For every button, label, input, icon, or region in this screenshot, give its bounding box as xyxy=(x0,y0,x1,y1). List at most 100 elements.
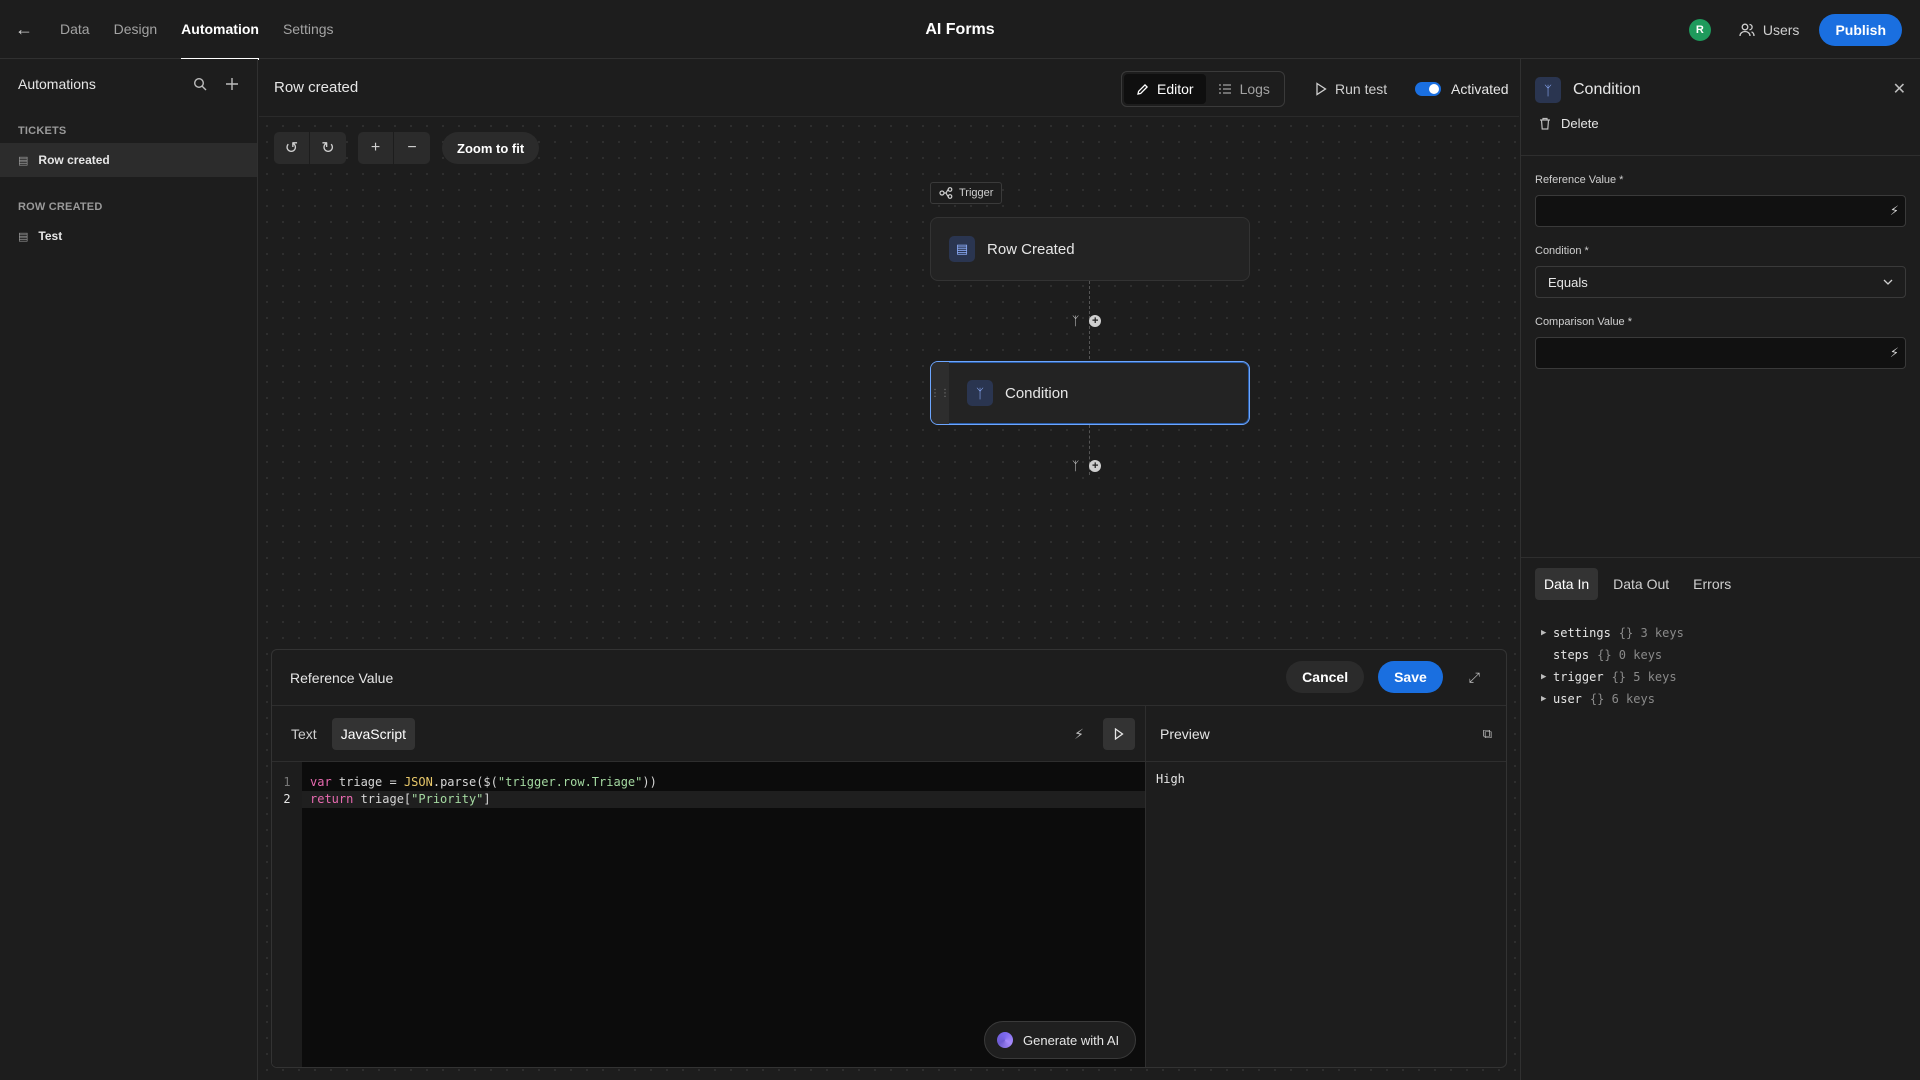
tree-key: settings xyxy=(1553,626,1611,640)
close-icon[interactable]: ✕ xyxy=(1893,79,1906,99)
bolt-icon[interactable]: ⚡︎ xyxy=(1890,203,1899,219)
editor-panel-actions: Cancel Save ⤢ xyxy=(1286,661,1480,693)
nav-tab-design[interactable]: Design xyxy=(102,0,170,59)
editor-tab[interactable]: Editor xyxy=(1124,74,1206,104)
tree-row[interactable]: ▶ user {} 6 keys xyxy=(1541,688,1901,710)
step-settings-panel: ᛉ Condition ✕ Delete Reference Value * ⚡… xyxy=(1520,59,1920,1080)
tab-data-out[interactable]: Data Out xyxy=(1604,568,1678,600)
condition-value: Equals xyxy=(1548,274,1588,290)
data-tree: ▶ settings {} 3 keys steps {} 0 keys ▶ t… xyxy=(1521,610,1920,722)
reference-value-input[interactable]: ⚡︎ xyxy=(1535,195,1906,227)
ai-sparkle-icon xyxy=(997,1032,1013,1048)
code-token: var xyxy=(310,775,332,789)
cancel-button[interactable]: Cancel xyxy=(1286,661,1365,693)
tree-row: steps {} 0 keys xyxy=(1541,644,1901,666)
bolt-icon[interactable]: ⚡︎ xyxy=(1890,345,1899,361)
automation-icon: ▤ xyxy=(18,154,29,167)
search-icon[interactable] xyxy=(193,77,207,91)
comparison-value-input[interactable]: ⚡︎ xyxy=(1535,337,1906,369)
expand-arrow-icon[interactable]: ▶ xyxy=(1541,694,1553,704)
delete-label: Delete xyxy=(1561,115,1599,131)
copy-icon[interactable]: ⧉ xyxy=(1483,726,1492,742)
line-number: 2 xyxy=(283,792,291,806)
run-test-button[interactable]: Run test xyxy=(1315,71,1387,107)
users-label: Users xyxy=(1762,21,1800,38)
sidebar-item-row-created[interactable]: ▤ Row created xyxy=(0,143,257,177)
code-token: )) xyxy=(642,775,657,789)
preview-section: Preview ⧉ High xyxy=(1146,706,1506,1067)
undo-icon[interactable]: ↺ xyxy=(274,132,310,164)
table-icon: ▤ xyxy=(949,236,975,262)
nav-tab-automation[interactable]: Automation xyxy=(169,0,271,60)
generate-with-ai-button[interactable]: Generate with AI xyxy=(984,1021,1137,1059)
zoom-in-icon[interactable]: + xyxy=(358,132,394,164)
add-step-icon[interactable]: + xyxy=(1089,315,1102,327)
comparison-value-field: Comparison Value * ⚡︎ xyxy=(1521,316,1920,369)
trash-icon xyxy=(1540,117,1550,130)
expand-arrow-icon[interactable]: ▶ xyxy=(1541,672,1553,682)
condition-node[interactable]: ⋮⋮ ᛉ Condition xyxy=(930,361,1250,425)
code-token: .parse($( xyxy=(432,775,498,789)
publish-button[interactable]: Publish xyxy=(1819,13,1902,46)
expand-icon[interactable]: ⤢ xyxy=(1469,669,1480,686)
branch-icon: ᛉ xyxy=(1535,77,1561,103)
bolt-icon[interactable]: ⚡︎ xyxy=(1067,726,1091,743)
nav-tab-settings[interactable]: Settings xyxy=(271,0,346,59)
zoom-out-icon[interactable]: − xyxy=(394,132,430,164)
code-token: ] xyxy=(483,792,491,806)
history-tools: ↺ ↻ xyxy=(274,132,346,164)
drag-handle-icon[interactable]: ⋮⋮ xyxy=(930,362,950,424)
data-inspector: Data In Data Out Errors ▶ settings {} 3 … xyxy=(1521,557,1920,722)
save-button[interactable]: Save xyxy=(1378,661,1443,693)
tree-meta: {} 0 keys xyxy=(1597,648,1663,662)
tree-row[interactable]: ▶ trigger {} 5 keys xyxy=(1541,666,1901,688)
step-panel-header: ᛉ Condition ✕ xyxy=(1521,71,1920,109)
run-test-label: Run test xyxy=(1335,81,1388,97)
divider xyxy=(1521,155,1920,156)
trigger-icon xyxy=(939,187,953,199)
logs-tab[interactable]: Logs xyxy=(1206,74,1282,104)
code-token: "trigger.row.Triage" xyxy=(497,775,643,789)
tab-javascript[interactable]: JavaScript xyxy=(331,717,416,750)
sidebar-tools xyxy=(193,77,239,91)
tree-row[interactable]: ▶ settings {} 3 keys xyxy=(1541,622,1901,644)
code-editor[interactable]: 1 2 var triage = JSON.parse($("trigger.r… xyxy=(272,762,1145,1067)
pencil-icon xyxy=(1137,83,1149,95)
tab-text[interactable]: Text xyxy=(282,718,326,750)
run-code-button[interactable] xyxy=(1103,718,1135,750)
redo-icon[interactable]: ↻ xyxy=(310,132,346,164)
add-icon[interactable] xyxy=(225,77,239,91)
branch-icon[interactable]: ᛉ xyxy=(1072,459,1079,473)
expand-arrow-icon[interactable]: ▶ xyxy=(1541,628,1553,638)
users-icon xyxy=(1739,23,1755,36)
activated-toggle[interactable] xyxy=(1415,82,1441,96)
automation-icon: ▤ xyxy=(18,230,29,243)
node-label: Condition xyxy=(1005,384,1069,402)
branch-icon[interactable]: ᛉ xyxy=(1072,314,1079,328)
tree-key: user xyxy=(1553,692,1582,706)
tree-key: steps xyxy=(1553,648,1590,662)
tab-errors[interactable]: Errors xyxy=(1684,568,1740,600)
avatar[interactable]: R xyxy=(1688,18,1711,41)
users-button[interactable]: Users xyxy=(1739,21,1800,38)
field-label: Condition * xyxy=(1535,245,1589,257)
row-created-node[interactable]: ▤ Row Created xyxy=(930,217,1250,281)
zoom-to-fit-button[interactable]: Zoom to fit xyxy=(442,132,540,164)
code-token: return xyxy=(310,792,354,806)
back-arrow-icon[interactable]: ← xyxy=(0,0,48,59)
editor-panel-body: Text JavaScript ⚡︎ 1 2 var triage = JSON… xyxy=(272,706,1506,1067)
trigger-chip: Trigger xyxy=(930,182,1003,204)
field-label: Reference Value * xyxy=(1535,174,1624,186)
list-icon xyxy=(1218,84,1231,94)
nav-tab-data[interactable]: Data xyxy=(48,0,102,59)
tree-meta: {} 3 keys xyxy=(1618,626,1684,640)
sidebar-item-test[interactable]: ▤ Test xyxy=(0,219,257,253)
delete-step-button[interactable]: Delete xyxy=(1521,109,1920,137)
condition-select[interactable]: Equals xyxy=(1535,266,1906,298)
code-token: "Priority" xyxy=(411,792,484,806)
node-label: Row Created xyxy=(987,240,1075,258)
chevron-down-icon xyxy=(1883,279,1893,285)
sidebar-item-label: Test xyxy=(38,229,63,243)
tab-data-in[interactable]: Data In xyxy=(1535,568,1599,600)
add-step-icon[interactable]: + xyxy=(1089,460,1102,472)
